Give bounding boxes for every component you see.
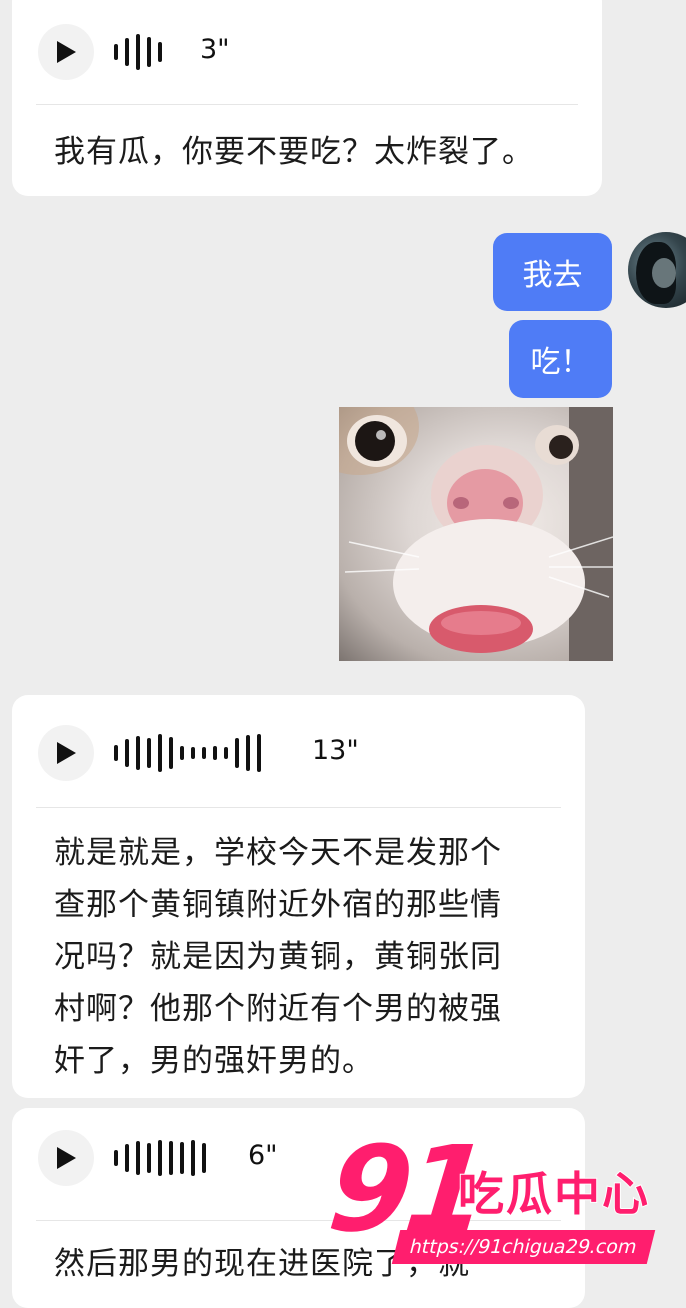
voice-message-bubble[interactable]: 3" 我有瓜，你要不要吃？太炸裂了。: [12, 0, 602, 196]
voice-transcript: 我有瓜，你要不要吃？太炸裂了。: [54, 134, 534, 170]
play-button[interactable]: [38, 24, 94, 80]
divider: [36, 104, 578, 105]
avatar[interactable]: [628, 232, 686, 308]
outgoing-message-bubble[interactable]: 吃！: [509, 320, 612, 398]
voice-transcript: 就是就是，学校今天不是发那个 查那个黄铜镇附近外宿的那些情 况吗？就是因为黄铜，…: [54, 835, 502, 1079]
voice-player: 6": [12, 1108, 585, 1212]
play-icon: [57, 41, 76, 63]
voice-transcript: 然后那男的现在进医院了，就: [54, 1246, 470, 1282]
voice-waveform-icon: [114, 32, 162, 72]
voice-duration: 6": [248, 1140, 278, 1171]
voice-player: 3": [12, 0, 602, 96]
voice-waveform-icon: [114, 733, 261, 773]
voice-waveform-icon: [114, 1138, 206, 1178]
voice-duration: 3": [200, 34, 230, 65]
play-icon: [57, 742, 76, 764]
divider: [36, 807, 561, 808]
divider: [36, 1220, 561, 1221]
play-button[interactable]: [38, 725, 94, 781]
voice-duration: 13": [312, 735, 359, 766]
outgoing-message-bubble[interactable]: 我去: [493, 233, 612, 311]
voice-player: 13": [12, 703, 585, 807]
voice-message-bubble[interactable]: 13" 就是就是，学校今天不是发那个 查那个黄铜镇附近外宿的那些情 况吗？就是因…: [12, 695, 585, 1098]
play-icon: [57, 1147, 76, 1169]
voice-message-bubble[interactable]: 6" 然后那男的现在进医院了，就: [12, 1108, 585, 1308]
cat-meme-image[interactable]: [339, 407, 613, 661]
play-button[interactable]: [38, 1130, 94, 1186]
